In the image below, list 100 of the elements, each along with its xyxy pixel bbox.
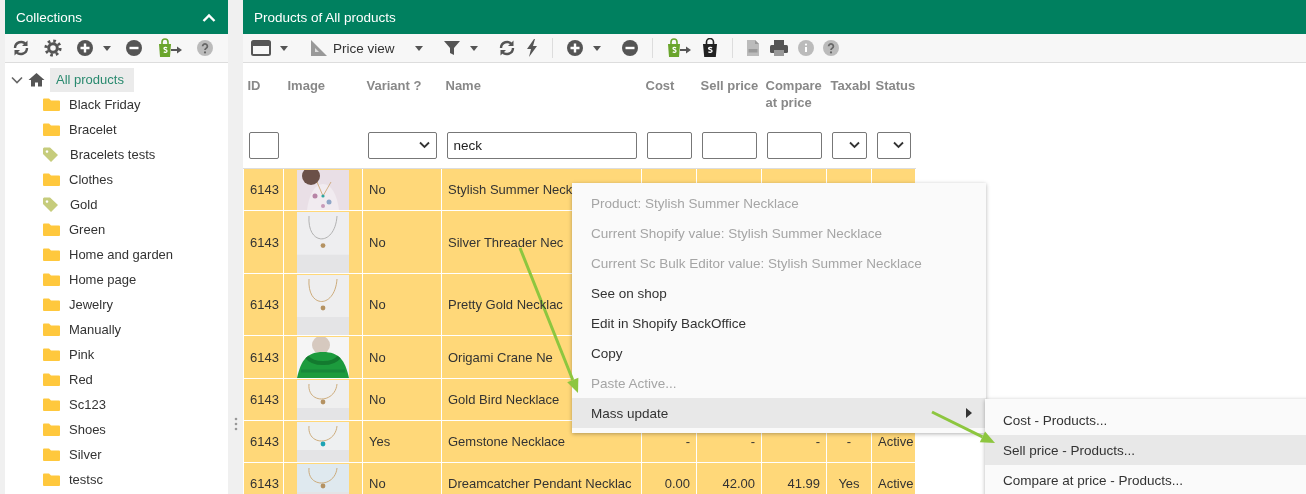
view-selector[interactable]: Price view: [333, 40, 395, 56]
table-cell: No: [369, 392, 386, 407]
tree-item[interactable]: Jewelry: [69, 297, 114, 312]
settings-icon[interactable]: [44, 39, 62, 57]
filter-dropdown[interactable]: [876, 131, 911, 159]
menu-item[interactable]: Mass update: [572, 398, 986, 428]
caret-icon[interactable]: [103, 45, 111, 51]
csv-file-icon[interactable]: [745, 39, 760, 57]
table-cell: No: [369, 476, 386, 491]
refresh-icon[interactable]: [12, 39, 30, 57]
column-header[interactable]: Compare at price: [765, 77, 825, 111]
column-header[interactable]: Variant ?: [366, 77, 440, 94]
folder-icon: [43, 473, 60, 486]
tree-item[interactable]: Gold: [70, 197, 98, 212]
tree-item[interactable]: Red: [69, 372, 93, 387]
menu-item[interactable]: Compare at price - Products...: [985, 465, 1306, 494]
add-icon[interactable]: [565, 39, 584, 57]
remove-icon[interactable]: [620, 39, 639, 57]
table-cell: Gold Bird Necklace: [448, 392, 560, 407]
panel-title: Products of All products: [254, 9, 396, 25]
column-header[interactable]: Status: [875, 77, 914, 94]
table-cell: 6143: [250, 297, 279, 312]
menu-item[interactable]: Sell price - Products...: [985, 435, 1306, 465]
shopping-bag-icon[interactable]: [700, 38, 719, 58]
help-icon[interactable]: [197, 40, 213, 56]
caret-icon[interactable]: [592, 45, 601, 51]
tree-item[interactable]: Home page: [69, 272, 137, 287]
arrow: [931, 410, 995, 443]
table-cell: Yes: [369, 434, 391, 449]
folder-icon: [43, 398, 60, 411]
tree-item[interactable]: Green: [69, 222, 106, 237]
folder-icon: [43, 323, 60, 336]
tag-icon: [43, 147, 61, 162]
filter-field[interactable]: [766, 131, 822, 159]
table-cell: -: [815, 434, 820, 449]
window-icon[interactable]: [251, 40, 271, 56]
chevron-down-icon: [848, 141, 860, 149]
table-cell: 6143: [250, 234, 279, 250]
printer-icon[interactable]: [768, 39, 789, 57]
folder-icon: [43, 248, 60, 261]
add-icon[interactable]: [76, 39, 94, 57]
column-header[interactable]: Taxabl: [830, 77, 870, 94]
table-cell: -: [685, 434, 690, 449]
filter-field[interactable]: [646, 131, 692, 159]
tree-item[interactable]: Manually: [69, 322, 122, 337]
menu-item[interactable]: Copy: [572, 338, 986, 368]
panel-title: Collections: [16, 9, 83, 25]
filter-field[interactable]: [701, 131, 757, 159]
tree-item[interactable]: Clothes: [69, 172, 114, 187]
folder-icon: [43, 273, 60, 286]
tree-item[interactable]: Black Friday: [69, 97, 141, 112]
column-header[interactable]: Cost: [645, 77, 695, 94]
table-cell: No: [369, 297, 386, 312]
lightning-icon[interactable]: [524, 39, 539, 57]
tree-item[interactable]: Sc123: [69, 397, 106, 412]
chevron-down-icon[interactable]: [11, 75, 23, 84]
folder-icon: [43, 348, 60, 361]
tag-icon: [43, 197, 61, 212]
menu-item[interactable]: Cost - Products...: [985, 405, 1306, 435]
help-icon[interactable]: [822, 40, 839, 56]
filter-field[interactable]: [248, 131, 279, 159]
folder-icon: [43, 298, 60, 311]
tree-item[interactable]: testsc: [69, 472, 103, 487]
column-header[interactable]: ID: [247, 77, 282, 94]
folder-icon: [43, 423, 60, 436]
filter-dropdown[interactable]: [831, 131, 867, 159]
column-header[interactable]: Image: [287, 77, 361, 94]
tree-item[interactable]: Bracelets tests: [70, 147, 156, 162]
folder-icon: [43, 123, 60, 136]
filter-dropdown[interactable]: [367, 131, 437, 159]
table-cell: Yes: [838, 476, 860, 491]
filter-icon[interactable]: [442, 39, 461, 57]
caret-icon[interactable]: [414, 45, 423, 51]
tree-item[interactable]: Bracelet: [69, 122, 117, 137]
column-header[interactable]: Sell price: [700, 77, 760, 94]
chevron-down-icon: [418, 141, 430, 149]
table-cell: -: [750, 434, 755, 449]
resize-handle-icon[interactable]: [234, 417, 238, 431]
folder-icon: [43, 373, 60, 386]
remove-icon[interactable]: [125, 39, 143, 57]
tree-item[interactable]: Silver: [69, 447, 102, 462]
table-cell: Pretty Gold Necklac: [448, 297, 563, 312]
tree-item[interactable]: All products: [50, 67, 134, 92]
folder-icon: [43, 448, 60, 461]
caret-icon[interactable]: [280, 45, 288, 51]
menu-item[interactable]: Edit in Shopify BackOffice: [572, 308, 986, 338]
tree-item[interactable]: Shoes: [69, 422, 106, 437]
refresh-icon[interactable]: [497, 39, 516, 57]
table-cell: Active: [878, 476, 914, 491]
bag-arrow-icon[interactable]: [665, 38, 692, 58]
table-cell: No: [369, 349, 386, 365]
chevron-up-icon[interactable]: [202, 12, 216, 22]
bag-arrow-icon[interactable]: [157, 38, 183, 58]
tree-item[interactable]: Pink: [69, 347, 95, 362]
filter-field[interactable]: neck: [446, 131, 637, 159]
tree-item[interactable]: Home and garden: [69, 247, 174, 262]
table-cell: 41.99: [787, 476, 820, 491]
caret-icon[interactable]: [469, 45, 478, 51]
column-header[interactable]: Name: [445, 77, 640, 94]
menu-item[interactable]: See on shop: [572, 278, 986, 308]
